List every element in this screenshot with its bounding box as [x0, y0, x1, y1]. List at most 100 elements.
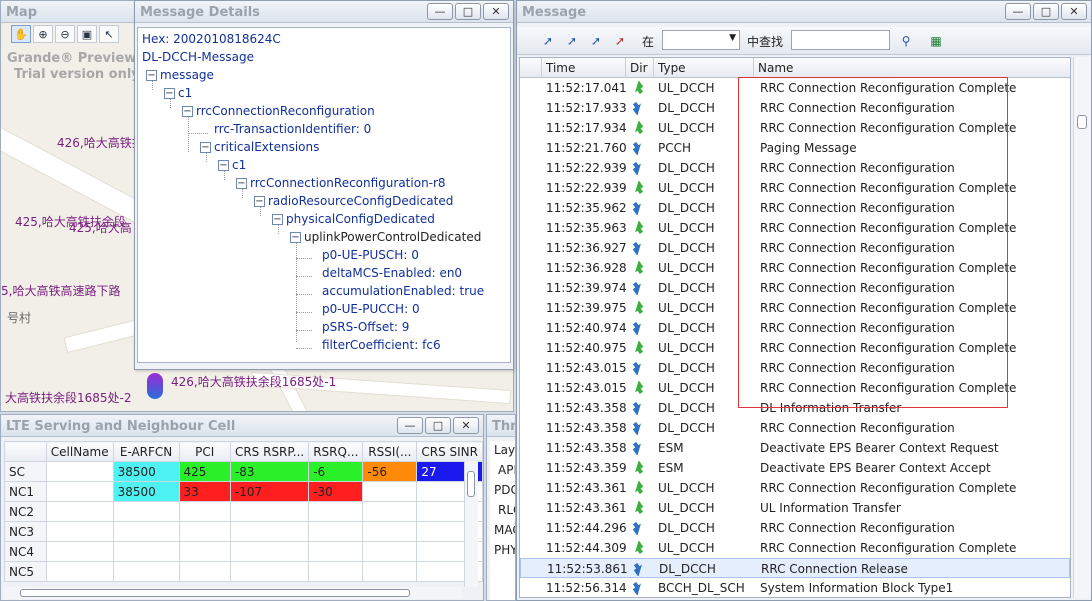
- message-row[interactable]: 11:52:43.358 DL_DCCH RRC Connection Reconf…: [520, 418, 1070, 438]
- search-input[interactable]: [791, 30, 890, 50]
- uplink-arrow-icon: [635, 381, 644, 395]
- thr-titlebar: Thro: [487, 415, 515, 437]
- rsrq-cell: -6: [308, 461, 364, 482]
- message-row[interactable]: 11:52:53.861 DL_DCCH RRC Connection Releas…: [520, 558, 1070, 578]
- pan-hand-icon[interactable]: ✋: [11, 25, 31, 43]
- collapse-toggle-icon[interactable]: −: [272, 214, 283, 225]
- close-icon[interactable]: ✕: [483, 3, 509, 20]
- earfcn-cell: 38500: [112, 461, 180, 482]
- column-header[interactable]: [4, 441, 47, 462]
- message-row[interactable]: 11:52:56.314 BCCH_DL_SCH System Informatio…: [520, 578, 1070, 597]
- rsrq-cell: -30: [308, 481, 364, 502]
- tree-node[interactable]: radioResourceConfigDedicated: [268, 192, 453, 210]
- pci-cell: 33: [178, 481, 231, 502]
- tree-node[interactable]: message: [160, 66, 214, 84]
- downlink-arrow-icon: [632, 361, 641, 375]
- message-row[interactable]: 11:52:43.359 ESM Deactivate EPS Bearer Con…: [520, 458, 1070, 478]
- vertical-scrollbar[interactable]: [464, 461, 478, 587]
- zoom-in-icon[interactable]: ⊕: [33, 25, 53, 43]
- minimize-icon[interactable]: —: [427, 3, 453, 20]
- collapse-toggle-icon[interactable]: −: [236, 178, 247, 189]
- message-pane: Message — □ ✕ ➚ ➚ ➚ ➚ 在 ▼ 中查找 ⚲ ▦ Time D…: [516, 0, 1092, 601]
- downlink-arrow-icon: [632, 401, 641, 415]
- name-cell: UL Information Transfer: [760, 501, 901, 515]
- table-row[interactable]: NC5: [4, 561, 483, 582]
- ue-position-marker[interactable]: [147, 373, 163, 399]
- vertical-scrollbar[interactable]: [1073, 57, 1091, 598]
- maximize-icon[interactable]: □: [425, 417, 451, 434]
- collapse-toggle-icon[interactable]: −: [290, 232, 301, 243]
- tree-node[interactable]: uplinkPowerControlDedicated: [304, 228, 481, 246]
- dir-cell: [626, 278, 654, 298]
- tree-node[interactable]: c1: [178, 84, 192, 102]
- maximize-icon[interactable]: □: [1033, 3, 1059, 20]
- dir-cell: [626, 258, 654, 278]
- message-row[interactable]: 11:52:44.296 DL_DCCH RRC Connection Reconf…: [520, 518, 1070, 538]
- filter-clear-icon[interactable]: ➚: [611, 32, 629, 50]
- collapse-toggle-icon[interactable]: −: [200, 142, 211, 153]
- tree-leaf[interactable]: p0-UE-PUCCH: 0: [322, 300, 420, 318]
- time-cell: 11:52:17.041: [546, 81, 626, 95]
- tree-node[interactable]: criticalExtensions: [214, 138, 319, 156]
- column-header[interactable]: Dir: [626, 58, 654, 78]
- select-pointer-icon[interactable]: ↖: [99, 25, 119, 43]
- rsrp-cell: -107: [229, 481, 310, 502]
- column-header[interactable]: CRS SINR: [416, 441, 483, 462]
- column-header[interactable]: Type: [654, 58, 754, 78]
- table-row[interactable]: NC1 38500 33 -107 -30: [4, 481, 483, 502]
- tree-leaf[interactable]: deltaMCS-Enabled: en0: [322, 264, 462, 282]
- close-icon[interactable]: ✕: [453, 417, 479, 434]
- tree-node[interactable]: rrcConnectionReconfiguration-r8: [250, 174, 446, 192]
- tree-node[interactable]: physicalConfigDedicated: [286, 210, 435, 228]
- map-title: Map: [6, 5, 38, 20]
- column-header[interactable]: PCI: [178, 441, 231, 462]
- table-row[interactable]: NC3: [4, 521, 483, 542]
- column-header[interactable]: Time: [542, 58, 626, 78]
- export-excel-icon[interactable]: ▦: [927, 32, 945, 50]
- column-header[interactable]: RSSI(...: [362, 441, 418, 462]
- filter-add-icon[interactable]: ➚: [563, 32, 581, 50]
- message-row[interactable]: 11:52:43.361 UL_DCCH RRC Connection Reconf…: [520, 478, 1070, 498]
- zoom-out-icon[interactable]: ⊖: [55, 25, 75, 43]
- time-cell: 11:52:43.361: [546, 501, 626, 515]
- minimize-icon[interactable]: —: [397, 417, 423, 434]
- collapse-toggle-icon[interactable]: −: [146, 70, 157, 81]
- table-row[interactable]: NC4: [4, 541, 483, 562]
- tree-leaf[interactable]: p0-UE-PUSCH: 0: [322, 246, 419, 264]
- time-cell: 11:52:56.314: [546, 581, 626, 595]
- column-header[interactable]: CellName: [45, 441, 114, 462]
- minimize-icon[interactable]: —: [1005, 3, 1031, 20]
- tree-leaf[interactable]: rrc-TransactionIdentifier: 0: [214, 120, 371, 138]
- filter-edit-icon[interactable]: ➚: [587, 32, 605, 50]
- field-dropdown[interactable]: ▼: [662, 30, 740, 50]
- close-icon[interactable]: ✕: [1061, 3, 1087, 20]
- filter-icon[interactable]: ➚: [539, 32, 557, 50]
- tree-node[interactable]: rrcConnectionReconfiguration: [196, 102, 375, 120]
- message-row[interactable]: 11:52:43.361 UL_DCCH UL Information Transf…: [520, 498, 1070, 518]
- tree-leaf[interactable]: accumulationEnabled: true: [322, 282, 484, 300]
- column-header[interactable]: CRS RSRP...: [229, 441, 310, 462]
- uplink-arrow-icon: [635, 341, 644, 355]
- tree-leaf[interactable]: filterCoefficient: fc6: [322, 336, 441, 354]
- tree-leaf[interactable]: pSRS-Offset: 9: [322, 318, 409, 336]
- tree-node[interactable]: c1: [232, 156, 246, 174]
- collapse-toggle-icon[interactable]: −: [218, 160, 229, 171]
- search-icon[interactable]: ⚲: [897, 32, 915, 50]
- collapse-toggle-icon[interactable]: −: [164, 88, 175, 99]
- dir-cell: [626, 178, 654, 198]
- message-row[interactable]: 11:52:44.309 UL_DCCH RRC Connection Reconf…: [520, 538, 1070, 558]
- table-row[interactable]: NC2: [4, 501, 483, 522]
- downlink-arrow-icon: [632, 201, 641, 215]
- collapse-toggle-icon[interactable]: −: [254, 196, 265, 207]
- column-header[interactable]: RSRQ...: [308, 441, 364, 462]
- message-row[interactable]: 11:52:43.358 ESM Deactivate EPS Bearer Con…: [520, 438, 1070, 458]
- dir-cell: [626, 418, 654, 438]
- layer-header: Laye: [494, 443, 516, 457]
- horizontal-scrollbar[interactable]: [4, 587, 462, 599]
- fit-extent-icon[interactable]: ▣: [77, 25, 97, 43]
- column-header[interactable]: Name: [754, 58, 1070, 78]
- column-header[interactable]: E-ARFCN: [112, 441, 180, 462]
- collapse-toggle-icon[interactable]: −: [182, 106, 193, 117]
- maximize-icon[interactable]: □: [455, 3, 481, 20]
- table-row[interactable]: SC 38500 425 -83 -6 -56 27: [4, 461, 483, 482]
